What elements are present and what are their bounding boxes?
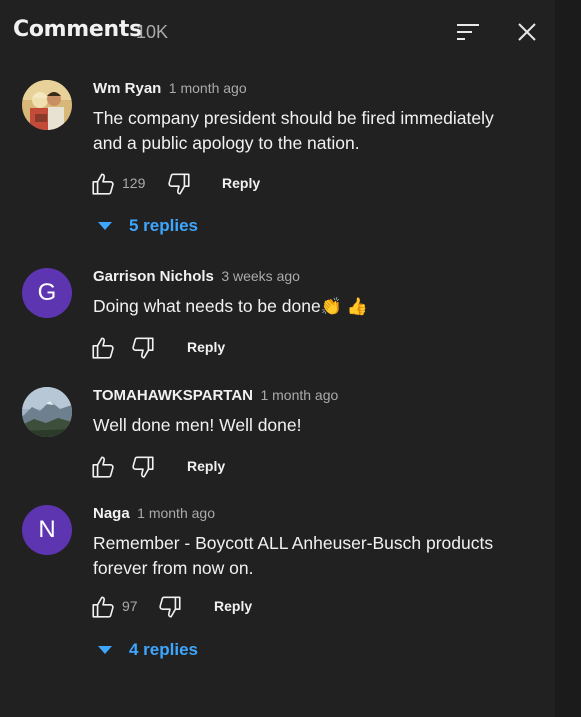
comment-text: Remember - Boycott ALL Anheuser-Busch pr… (93, 533, 494, 578)
avatar-letter: G (37, 279, 57, 306)
comments-panel: Comments 10K Wm Ryan 1 month ago The com… (0, 0, 555, 717)
comment-author[interactable]: TOMAHAWKSPARTAN (93, 387, 253, 404)
dislike-button[interactable] (129, 334, 157, 362)
comments-title: Comments (13, 17, 142, 42)
caret-down-icon (98, 646, 112, 654)
avatar[interactable] (22, 80, 72, 130)
thumbs-down-icon (168, 173, 190, 195)
comment-text: Well done men! Well done! (93, 415, 302, 435)
comments-count: 10K (136, 22, 169, 42)
comment-actions: Reply (89, 453, 389, 483)
view-replies-button[interactable]: 5 replies (98, 214, 198, 238)
comments-header: Comments 10K (0, 0, 555, 64)
avatar-letter: N (38, 516, 56, 543)
dislike-button[interactable] (129, 453, 157, 481)
replies-label: 5 replies (129, 216, 198, 235)
background-strip (555, 0, 581, 717)
comment-time[interactable]: 3 weeks ago (221, 268, 300, 284)
comment-meta: TOMAHAWKSPARTAN 1 month ago (93, 387, 338, 405)
emoji: 👏 👍 (320, 297, 368, 316)
comment-author[interactable]: Naga (93, 505, 130, 522)
comment-text: Doing what needs to be done👏 👍 (93, 294, 513, 319)
thumbs-up-icon (92, 456, 114, 478)
dislike-button[interactable] (156, 593, 184, 621)
comment-time[interactable]: 1 month ago (137, 505, 215, 521)
view-replies-button[interactable]: 4 replies (98, 638, 198, 662)
comment-actions: Reply (89, 334, 389, 364)
comment-time[interactable]: 1 month ago (169, 80, 247, 96)
dislike-button[interactable] (165, 170, 193, 198)
comment-text: The company president should be fired im… (93, 108, 494, 153)
like-count: 97 (122, 598, 138, 614)
reply-button[interactable]: Reply (214, 598, 252, 614)
comment-meta: Garrison Nichols 3 weeks ago (93, 268, 300, 286)
thumbs-up-icon (92, 173, 114, 195)
comment-author[interactable]: Wm Ryan (93, 80, 161, 97)
thumbs-down-icon (132, 337, 154, 359)
like-button[interactable] (89, 593, 117, 621)
comment-time[interactable]: 1 month ago (260, 387, 338, 403)
comment-meta: Naga 1 month ago (93, 505, 215, 523)
sort-icon[interactable] (453, 18, 481, 46)
like-button[interactable] (89, 170, 117, 198)
thumbs-up-icon (92, 337, 114, 359)
reply-button[interactable]: Reply (187, 339, 225, 355)
like-count: 129 (122, 175, 146, 191)
comment-actions: 97 Reply (89, 593, 389, 623)
replies-label: 4 replies (129, 640, 198, 659)
like-button[interactable] (89, 453, 117, 481)
comment-meta: Wm Ryan 1 month ago (93, 80, 247, 98)
avatar[interactable]: N (22, 505, 72, 555)
like-button[interactable] (89, 334, 117, 362)
avatar[interactable] (22, 387, 72, 437)
thumbs-down-icon (132, 456, 154, 478)
comment-actions: 129 Reply (89, 170, 389, 200)
thumbs-up-icon (92, 596, 114, 618)
caret-down-icon (98, 222, 112, 230)
avatar[interactable]: G (22, 268, 72, 318)
thumbs-down-icon (159, 596, 181, 618)
reply-button[interactable]: Reply (222, 175, 260, 191)
close-icon[interactable] (513, 18, 541, 46)
comment-text-body: Doing what needs to be done (93, 296, 321, 316)
comment-author[interactable]: Garrison Nichols (93, 268, 214, 285)
reply-button[interactable]: Reply (187, 458, 225, 474)
